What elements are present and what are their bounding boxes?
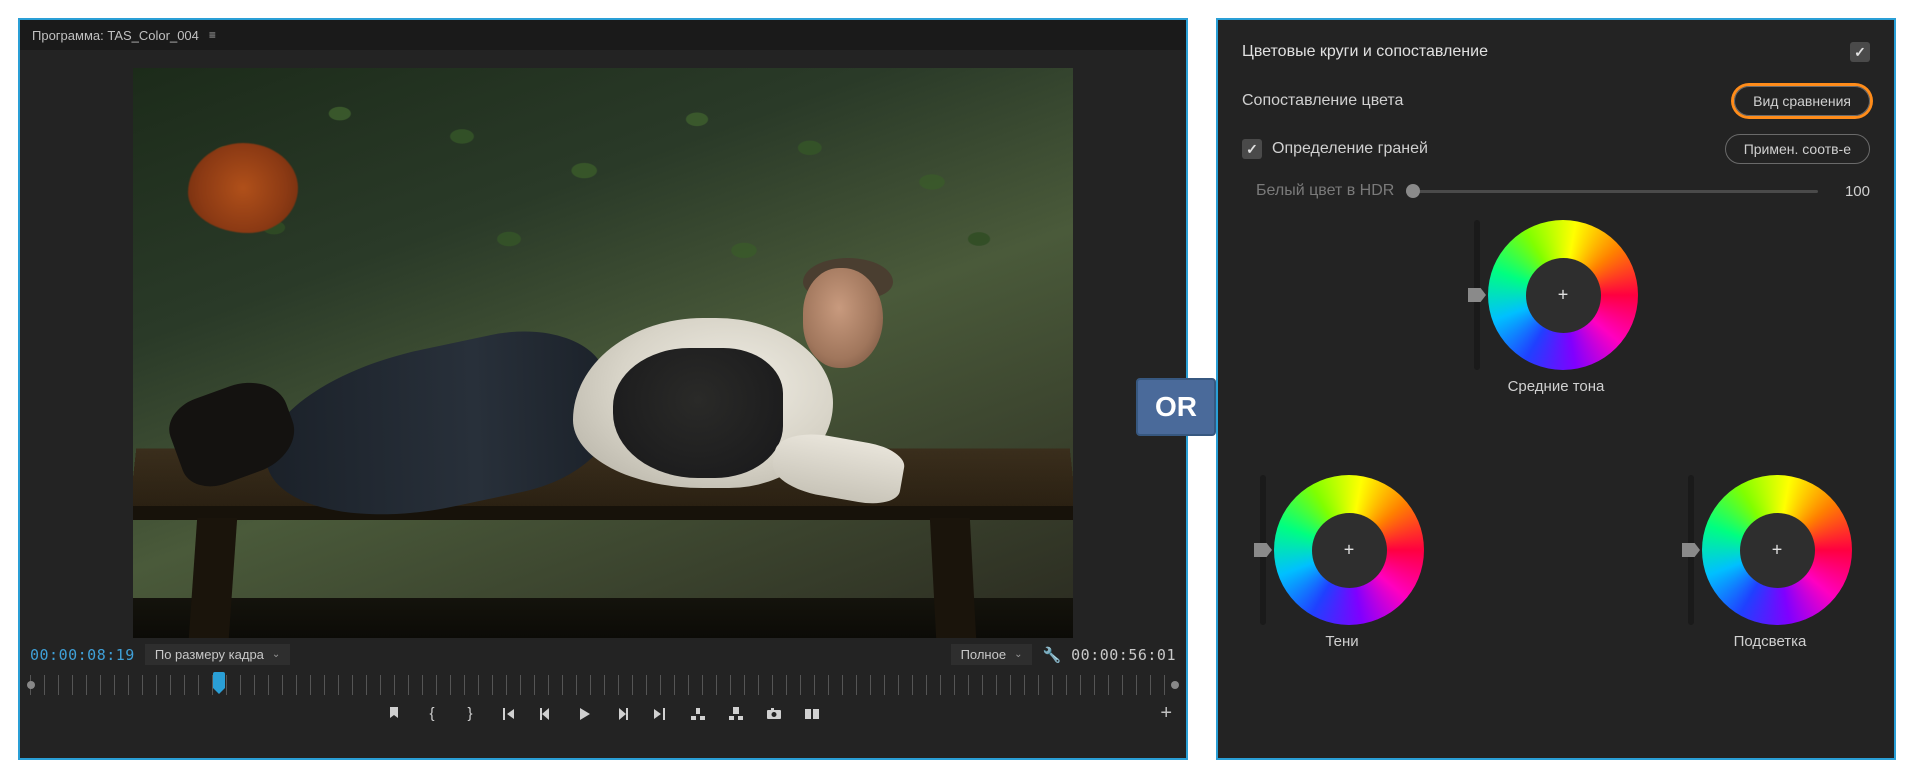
color-wheels-panel: Цветовые круги и сопоставление Сопоставл… (1216, 18, 1896, 760)
add-marker-button[interactable] (384, 706, 404, 722)
midtones-color-wheel[interactable]: + (1488, 220, 1638, 370)
color-section-enable-checkbox[interactable] (1850, 42, 1870, 62)
apply-match-button[interactable]: Примен. соотв-е (1725, 134, 1870, 164)
lift-button[interactable] (688, 706, 708, 722)
chevron-down-icon: ⌄ (272, 649, 280, 660)
highlights-luma-thumb[interactable] (1682, 543, 1700, 557)
comparison-view-label: Вид сравнения (1753, 93, 1851, 109)
comparison-view-button[interactable]: Вид сравнения (1734, 86, 1870, 116)
midtones-luma-slider[interactable] (1474, 220, 1480, 370)
comparison-view-button[interactable] (802, 706, 822, 722)
program-monitor-panel: Программа: TAS_Color_004 ≡ 00:00:08:19 П… (18, 18, 1188, 760)
shadows-wheel-item: + Тени (1260, 475, 1424, 650)
zoom-fit-dropdown[interactable]: По размеру кадра ⌄ (145, 644, 290, 665)
zoom-fit-label: По размеру кадра (155, 647, 264, 662)
face-detection-checkbox[interactable] (1242, 139, 1262, 159)
shadows-luma-slider[interactable] (1260, 475, 1266, 625)
extract-button[interactable] (726, 706, 746, 722)
timeline-ruler[interactable] (30, 675, 1176, 695)
midtones-luma-thumb[interactable] (1468, 288, 1486, 302)
program-viewer (20, 50, 1186, 638)
wheel-center-icon: + (1772, 540, 1783, 561)
timecode-duration: 00:00:56:01 (1071, 646, 1176, 664)
wheel-center-icon: + (1344, 540, 1355, 561)
button-editor-plus[interactable]: + (1160, 702, 1172, 725)
hdr-white-slider[interactable] (1406, 190, 1818, 193)
mark-out-button[interactable]: } (460, 705, 480, 722)
program-title-prefix: Программа: (32, 28, 104, 43)
or-badge: OR (1136, 378, 1216, 436)
color-match-label: Сопоставление цвета (1242, 92, 1403, 110)
color-section-title: Цветовые круги и сопоставление (1242, 43, 1488, 61)
timecode-current[interactable]: 00:00:08:19 (30, 646, 135, 664)
quality-label: Полное (961, 647, 1007, 662)
chevron-down-icon: ⌄ (1014, 649, 1022, 660)
step-back-button[interactable] (536, 706, 556, 722)
highlights-wheel-item: + Подсветка (1688, 475, 1852, 650)
program-header: Программа: TAS_Color_004 ≡ (20, 20, 1186, 50)
transport-bar: { } + (20, 695, 1186, 736)
panel-menu-icon[interactable]: ≡ (209, 28, 216, 42)
highlights-label: Подсветка (1688, 633, 1852, 650)
midtones-wheel-item: + Средние тона (1474, 220, 1638, 395)
color-wheel-group: + Средние тона + Тени + (1242, 220, 1870, 650)
play-button[interactable] (574, 706, 594, 722)
hdr-white-slider-thumb[interactable] (1406, 184, 1420, 198)
program-controls-row: 00:00:08:19 По размеру кадра ⌄ Полное ⌄ … (20, 638, 1186, 671)
video-frame[interactable] (133, 68, 1073, 638)
program-sequence-name: TAS_Color_004 (107, 28, 199, 43)
mark-in-button[interactable]: { (422, 705, 442, 722)
settings-wrench-icon[interactable]: 🔧 (1042, 646, 1061, 664)
shadows-color-wheel[interactable]: + (1274, 475, 1424, 625)
hdr-white-value[interactable]: 100 (1830, 183, 1870, 200)
face-detection-label: Определение граней (1272, 140, 1428, 158)
or-badge-label: OR (1155, 391, 1197, 423)
playhead[interactable] (213, 672, 225, 688)
highlights-luma-slider[interactable] (1688, 475, 1694, 625)
export-frame-button[interactable] (764, 706, 784, 722)
shadows-luma-thumb[interactable] (1254, 543, 1272, 557)
go-to-out-button[interactable] (650, 706, 670, 722)
step-forward-button[interactable] (612, 706, 632, 722)
shadows-label: Тени (1260, 633, 1424, 650)
highlights-color-wheel[interactable]: + (1702, 475, 1852, 625)
go-to-in-button[interactable] (498, 706, 518, 722)
quality-dropdown[interactable]: Полное ⌄ (951, 644, 1033, 665)
apply-match-label: Примен. соотв-е (1744, 141, 1851, 157)
wheel-center-icon: + (1558, 285, 1569, 306)
hdr-white-label: Белый цвет в HDR (1256, 182, 1394, 200)
midtones-label: Средние тона (1474, 378, 1638, 395)
